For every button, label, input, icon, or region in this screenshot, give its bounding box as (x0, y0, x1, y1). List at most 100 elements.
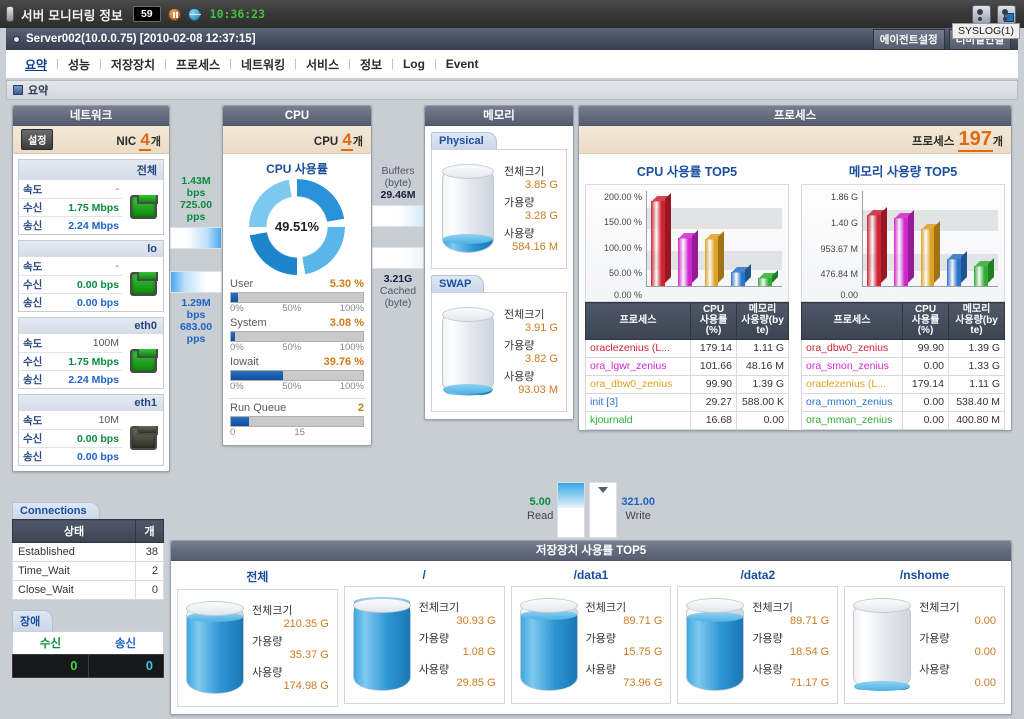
storage-column: 5.00 Read 321.00 Write 저장장치 사용률 TOP5 전체 전… (164, 476, 1018, 715)
table-row[interactable]: kjournald 16.68 0.00 (585, 410, 789, 430)
table-row[interactable]: oraclezenius (L... 179.14 1.11 G (801, 374, 1005, 394)
cylinder-fill (443, 383, 493, 395)
chart-bar (920, 221, 941, 286)
storage-used-label: 사용량 (752, 663, 783, 676)
storage-box: 전체크기 30.93 G 가용량 1.08 G 사용량 29.85 G (343, 586, 505, 704)
table-row[interactable]: oraclezenius (L... 179.14 1.11 G (585, 338, 789, 358)
cell-process: ora_mman_zenius (801, 410, 903, 430)
storage-mount-name: / (422, 568, 426, 582)
storage-cylinder (186, 601, 244, 694)
table-row[interactable]: ora_dbw0_zenius 99.90 1.39 G (801, 338, 1005, 358)
cached-value: 3.21G (383, 273, 413, 286)
cell-cpu: 99.90 (690, 374, 737, 394)
process-count-label: 프로세스 (911, 136, 955, 148)
nic-speed-label: 속도 (23, 337, 43, 350)
nic-rx-label: 수신 (23, 202, 43, 214)
storage-free-label: 가용량 (752, 632, 783, 645)
pause-icon[interactable] (167, 7, 181, 21)
cylinder-fill (353, 596, 410, 690)
app-titlebar: 서버 모니터링 정보 59 10:36:23 SYSLOG(1) (0, 0, 1024, 39)
storage-total-label: 전체크기 (418, 601, 460, 614)
swap-total-value: 3.91 G (524, 321, 558, 334)
fault-tx-value: 0 (145, 658, 153, 673)
storage-used-value: 29.85 G (456, 676, 496, 689)
clock-label: 10:36:23 (209, 7, 266, 21)
table-row[interactable]: ora_mmon_zenius 0.00 538.40 M (801, 392, 1005, 412)
nic-tx-label: 송신 (23, 297, 43, 309)
nic-tx-label: 송신 (23, 451, 43, 463)
storage-item: /nshome 전체크기 0.00 가용량 0.00 사용량 0.00 (844, 565, 1005, 707)
storage-item: / 전체크기 30.93 G 가용량 1.08 G 사용량 29.85 G (343, 565, 505, 707)
storage-total-value: 0.00 (974, 614, 996, 627)
fault-section: 장애 수신 송신 0 0 (12, 610, 164, 678)
user-settings-icon[interactable] (997, 4, 1016, 24)
flow-in-bps: 1.43M (181, 175, 211, 187)
storage-item: 전체 전체크기 210.35 G 가용량 35.37 G 사용량 174.98 G (177, 565, 338, 707)
col-mem: 메모리 사용량(by te) (948, 302, 1005, 340)
table-row[interactable]: ora_mman_zenius 0.00 400.80 M (801, 410, 1005, 430)
agent-settings-button[interactable]: 에이전트설정 (872, 28, 945, 50)
table-row[interactable]: Time_Wait 2 (12, 561, 164, 581)
nic-count-suffix: 개 (150, 135, 161, 148)
table-row[interactable]: Close_Wait 0 (12, 580, 164, 600)
tab-summary[interactable]: 요약 (16, 56, 56, 73)
memory-physical-box: 전체크기 3.85 G 가용량 3.28 G 사용량 584.16 M (431, 149, 567, 269)
storage-box: 전체크기 89.71 G 가용량 18.54 G 사용량 71.17 G (677, 586, 839, 704)
ytick: 1.86 G (830, 192, 858, 202)
scale-min: 0% (230, 381, 244, 392)
tab-performance[interactable]: 성능 (59, 56, 99, 73)
cell-count: 2 (135, 561, 164, 581)
storage-used-value: 73.96 G (623, 676, 663, 689)
users-icon[interactable] (972, 4, 991, 24)
process-panel-title: 프로세스 (579, 106, 1011, 126)
storage-box: 전체크기 89.71 G 가용량 15.75 G 사용량 73.96 G (510, 586, 672, 704)
table-row[interactable]: Established 38 (12, 542, 164, 562)
disk-read-label: Read (527, 510, 554, 522)
nic-rx-value: 0.00 bps (76, 432, 119, 445)
table-row[interactable]: ora_lgwr_zenius 101.66 48.16 M (585, 356, 789, 376)
cpu-usage-value: 49.51% (274, 219, 320, 234)
tab-info[interactable]: 정보 (351, 56, 391, 73)
metric-bar-fill (231, 293, 238, 302)
tab-process[interactable]: 프로세스 (167, 56, 229, 73)
cell-cpu: 179.14 (690, 338, 737, 358)
cell-mem: 0.00 (736, 410, 789, 430)
network-settings-button[interactable]: 설정 (21, 129, 54, 150)
cached-bar (372, 247, 424, 270)
cell-mem: 538.40 M (948, 392, 1005, 412)
memory-total-value: 3.85 G (524, 178, 558, 191)
flow-out-bps-unit: bps (186, 309, 206, 322)
ytick: 0.00 % (613, 290, 642, 300)
memory-swap-box: 전체크기 3.91 G 가용량 3.82 G 사용량 93.03 M (431, 292, 567, 412)
cylinder-top (352, 598, 411, 613)
globe-icon[interactable] (187, 7, 201, 21)
network-plug-icon (129, 426, 158, 450)
nic-speed-value: 10M (98, 414, 119, 426)
cylinder-top (186, 601, 244, 616)
storage-total-value: 89.71 G (790, 614, 830, 627)
table-row[interactable]: ora_smon_zenius 0.00 1.33 G (801, 356, 1005, 376)
mem-chart-plot (862, 191, 998, 287)
tab-event[interactable]: Event (437, 57, 488, 71)
col-cpu: CPU 사용률 (%) (902, 302, 949, 340)
tab-log[interactable]: Log (394, 57, 434, 71)
table-row[interactable]: ora_dbw0_zenius 99.90 1.39 G (585, 374, 789, 394)
flow-out-pps: 683.00 (179, 321, 213, 334)
breadcrumb: 요약 (6, 80, 1018, 100)
memory-total-label: 전체크기 (504, 165, 545, 178)
cpu-count-suffix: 개 (352, 135, 363, 148)
table-row[interactable]: init [3] 29.27 588.00 K (585, 392, 789, 412)
chart-bar (758, 270, 778, 286)
nic-count-value: 4 (139, 129, 151, 151)
server-status-dot-icon (13, 35, 20, 43)
col-state: 상태 (12, 519, 136, 543)
chart-bar (704, 230, 725, 286)
cell-cpu: 99.90 (902, 338, 949, 358)
tab-service[interactable]: 서비스 (297, 56, 348, 73)
ytick: 200.00 % (603, 192, 642, 202)
tab-networking[interactable]: 네트워킹 (232, 56, 294, 73)
nic-rx-value: 1.75 Mbps (68, 201, 119, 214)
tab-storage[interactable]: 저장장치 (102, 56, 164, 73)
network-plug-icon (129, 195, 158, 219)
cached-unit: (byte) (384, 297, 412, 310)
